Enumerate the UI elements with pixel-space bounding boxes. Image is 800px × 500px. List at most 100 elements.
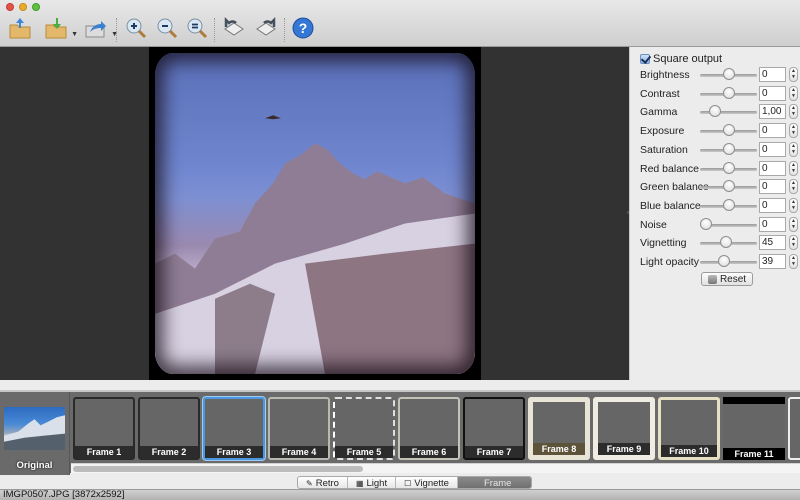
reset-label: Reset bbox=[719, 273, 747, 285]
chevron-down-icon[interactable]: ▼ bbox=[791, 242, 796, 248]
frame-thumbnail-4[interactable]: Frame 4 bbox=[268, 397, 330, 460]
frame-thumbnail-partial[interactable] bbox=[788, 397, 800, 460]
zoom-in-button[interactable] bbox=[122, 14, 150, 42]
vignette-overlay bbox=[155, 53, 475, 374]
adjustment-label: Red balance bbox=[640, 162, 699, 175]
close-window-button[interactable] bbox=[6, 3, 14, 11]
slider-knob[interactable] bbox=[709, 105, 721, 118]
frame-thumbnail-11[interactable]: Frame 11 bbox=[723, 397, 785, 460]
frame-thumbnail-10[interactable]: Frame 10 bbox=[658, 397, 720, 460]
tab-label: Retro bbox=[315, 477, 339, 489]
original-thumbnail[interactable]: Original bbox=[0, 392, 70, 475]
reset-button[interactable]: Reset bbox=[701, 272, 753, 286]
brightness-field[interactable]: 0 bbox=[759, 67, 786, 82]
saturation-field[interactable]: 0 bbox=[759, 141, 786, 157]
chevron-down-icon[interactable]: ▼ bbox=[791, 205, 796, 211]
open-button[interactable] bbox=[6, 14, 34, 42]
frame-thumbnail-7[interactable]: Frame 7 bbox=[463, 397, 525, 460]
stepper[interactable]: ▲ ▼ bbox=[789, 235, 798, 251]
square-output-checkbox[interactable]: Square output bbox=[640, 53, 722, 65]
adjustment-label: Light opacity bbox=[640, 256, 699, 268]
chevron-down-icon[interactable]: ▼ bbox=[791, 130, 796, 136]
zoom-actual-button[interactable] bbox=[183, 14, 211, 42]
original-label: Original bbox=[16, 460, 53, 471]
stepper[interactable]: ▲ ▼ bbox=[789, 123, 798, 139]
help-icon: ? bbox=[292, 17, 314, 39]
slider-knob[interactable] bbox=[722, 180, 735, 193]
tab-label: Frame bbox=[483, 477, 512, 489]
frame-thumbnail-9[interactable]: Frame 9 bbox=[593, 397, 655, 460]
slider-knob[interactable] bbox=[717, 255, 730, 267]
chevron-down-icon[interactable]: ▼ bbox=[791, 93, 796, 99]
slider-knob[interactable] bbox=[720, 236, 733, 249]
blue-balance-field[interactable]: 0 bbox=[759, 197, 786, 213]
slider-knob[interactable] bbox=[722, 142, 735, 155]
minimize-window-button[interactable] bbox=[19, 3, 27, 11]
chevron-down-icon[interactable]: ▼ bbox=[791, 224, 796, 230]
frame-thumbnail-6[interactable]: Frame 6 bbox=[398, 397, 460, 460]
stepper[interactable]: ▲ ▼ bbox=[789, 160, 798, 176]
slider-knob[interactable] bbox=[722, 68, 735, 80]
adjustment-label: Contrast bbox=[640, 87, 680, 100]
zoom-out-button[interactable] bbox=[153, 14, 181, 42]
folder-upload-icon bbox=[9, 18, 31, 39]
image-canvas[interactable] bbox=[0, 47, 629, 380]
adjustment-red-balance: Red balance 0 ▲ ▼ bbox=[640, 160, 800, 177]
dropdown-arrow-icon[interactable]: ▼ bbox=[71, 31, 78, 38]
chevron-down-icon[interactable]: ▼ bbox=[791, 261, 796, 267]
filmstrip-scrollbar[interactable] bbox=[71, 463, 800, 473]
frame-thumbnail-1[interactable]: Frame 1 bbox=[73, 397, 135, 460]
slider-knob[interactable] bbox=[700, 217, 712, 230]
exposure-field[interactable]: 0 bbox=[759, 123, 786, 139]
share-button[interactable]: ▼ bbox=[82, 14, 118, 42]
zoom-out-icon bbox=[157, 18, 178, 39]
gamma-field[interactable]: 1,00 bbox=[759, 104, 786, 120]
scrollbar-thumb[interactable] bbox=[73, 466, 363, 472]
noise-field[interactable]: 0 bbox=[759, 216, 786, 232]
tab-light[interactable]: ▦ Light bbox=[348, 477, 397, 489]
frame-thumbnail-2[interactable]: Frame 2 bbox=[138, 397, 200, 460]
red-balance-field[interactable]: 0 bbox=[759, 160, 786, 176]
tab-retro[interactable]: ✎ Retro bbox=[298, 477, 348, 489]
light-opacity-field[interactable]: 39 bbox=[759, 254, 786, 269]
contrast-field[interactable]: 0 bbox=[759, 85, 786, 101]
slider-knob[interactable] bbox=[722, 198, 735, 211]
tab-label: Light bbox=[366, 477, 388, 489]
stepper[interactable]: ▲ ▼ bbox=[789, 216, 798, 232]
stepper[interactable]: ▲ ▼ bbox=[789, 254, 798, 269]
chevron-down-icon[interactable]: ▼ bbox=[791, 168, 796, 174]
frame-thumbnail-8[interactable]: Frame 8 bbox=[528, 397, 590, 460]
toolbar: ▼ ▼ ? bbox=[0, 0, 800, 47]
frame-label: Frame 3 bbox=[205, 446, 263, 458]
rotate-left-button[interactable] bbox=[220, 14, 248, 42]
chevron-down-icon[interactable]: ▼ bbox=[791, 149, 796, 155]
chevron-down-icon[interactable]: ▼ bbox=[791, 186, 796, 192]
vignetting-field[interactable]: 45 bbox=[759, 235, 786, 251]
frame-label: Frame 4 bbox=[270, 446, 328, 458]
frame-thumbnail-3[interactable]: Frame 3 bbox=[203, 397, 265, 460]
adjustment-noise: Noise 0 ▲ ▼ bbox=[640, 216, 800, 233]
status-bar: IMGP0507.JPG [3872x2592] bbox=[0, 489, 800, 500]
save-button[interactable]: ▼ bbox=[42, 14, 78, 42]
frame-label: Frame 8 bbox=[533, 443, 585, 455]
checkbox-checked-icon[interactable] bbox=[640, 54, 650, 64]
stepper[interactable]: ▲ ▼ bbox=[789, 197, 798, 213]
stepper[interactable]: ▲ ▼ bbox=[789, 85, 798, 101]
stepper[interactable]: ▲ ▼ bbox=[789, 67, 798, 82]
chevron-down-icon[interactable]: ▼ bbox=[791, 74, 796, 80]
help-button[interactable]: ? bbox=[289, 14, 317, 42]
chevron-down-icon[interactable]: ▼ bbox=[791, 111, 796, 117]
slider-knob[interactable] bbox=[722, 86, 735, 99]
frame-thumbnail-5[interactable]: Frame 5 bbox=[333, 397, 395, 460]
adjustment-exposure: Exposure 0 ▲ ▼ bbox=[640, 123, 800, 139]
tab-frame[interactable]: Frame bbox=[457, 477, 532, 489]
stepper[interactable]: ▲ ▼ bbox=[789, 141, 798, 157]
green-balance-field[interactable]: 0 bbox=[759, 179, 786, 195]
slider-knob[interactable] bbox=[722, 161, 735, 174]
maximize-window-button[interactable] bbox=[32, 3, 40, 11]
tab-vignette[interactable]: ☐ Vignette bbox=[396, 477, 458, 488]
stepper[interactable]: ▲ ▼ bbox=[789, 104, 798, 120]
rotate-right-button[interactable] bbox=[252, 14, 280, 42]
slider-knob[interactable] bbox=[722, 124, 735, 137]
stepper[interactable]: ▲ ▼ bbox=[789, 179, 798, 195]
